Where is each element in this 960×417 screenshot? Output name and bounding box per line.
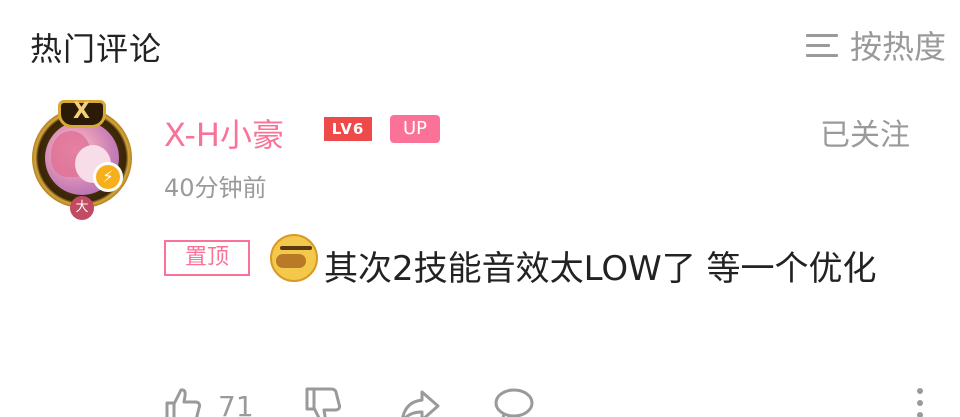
like-count: 71 (218, 390, 254, 417)
sort-by-hot-button[interactable]: 按热度 (805, 22, 946, 68)
thumbs-down-icon[interactable] (304, 386, 344, 417)
hot-comments-title: 热门评论 (30, 30, 163, 68)
lightning-bolt-icon: ⚡ (93, 162, 123, 192)
thumbs-up-icon[interactable] (164, 386, 204, 417)
username[interactable]: X-H小豪 (164, 110, 284, 156)
more-vertical-icon[interactable] (910, 386, 930, 417)
comment-action-bar: 71 (0, 386, 960, 417)
comment-item: ⚡ 大 X-H小豪 LV6 UP 已关注 40分钟前 置顶 其次2技能音效太LO… (0, 90, 960, 417)
follow-button[interactable]: 已关注 (820, 110, 910, 154)
comment-timestamp: 40分钟前 (164, 174, 267, 202)
comment-bubble-icon[interactable] (492, 386, 534, 417)
share-icon[interactable] (398, 386, 440, 417)
comments-header: 热门评论 按热度 (0, 0, 960, 90)
up-badge: UP (390, 115, 440, 143)
avatar-crown-decoration (58, 99, 106, 128)
avatar[interactable]: ⚡ 大 (30, 99, 134, 220)
sort-label: 按热度 (849, 28, 946, 66)
level-badge: LV6 (324, 117, 372, 141)
comment-text: 其次2技能音效太LOW了 等一个优化 (324, 249, 877, 289)
menu-lines-icon (805, 32, 838, 58)
avatar-rank-badge: 大 (70, 196, 94, 220)
